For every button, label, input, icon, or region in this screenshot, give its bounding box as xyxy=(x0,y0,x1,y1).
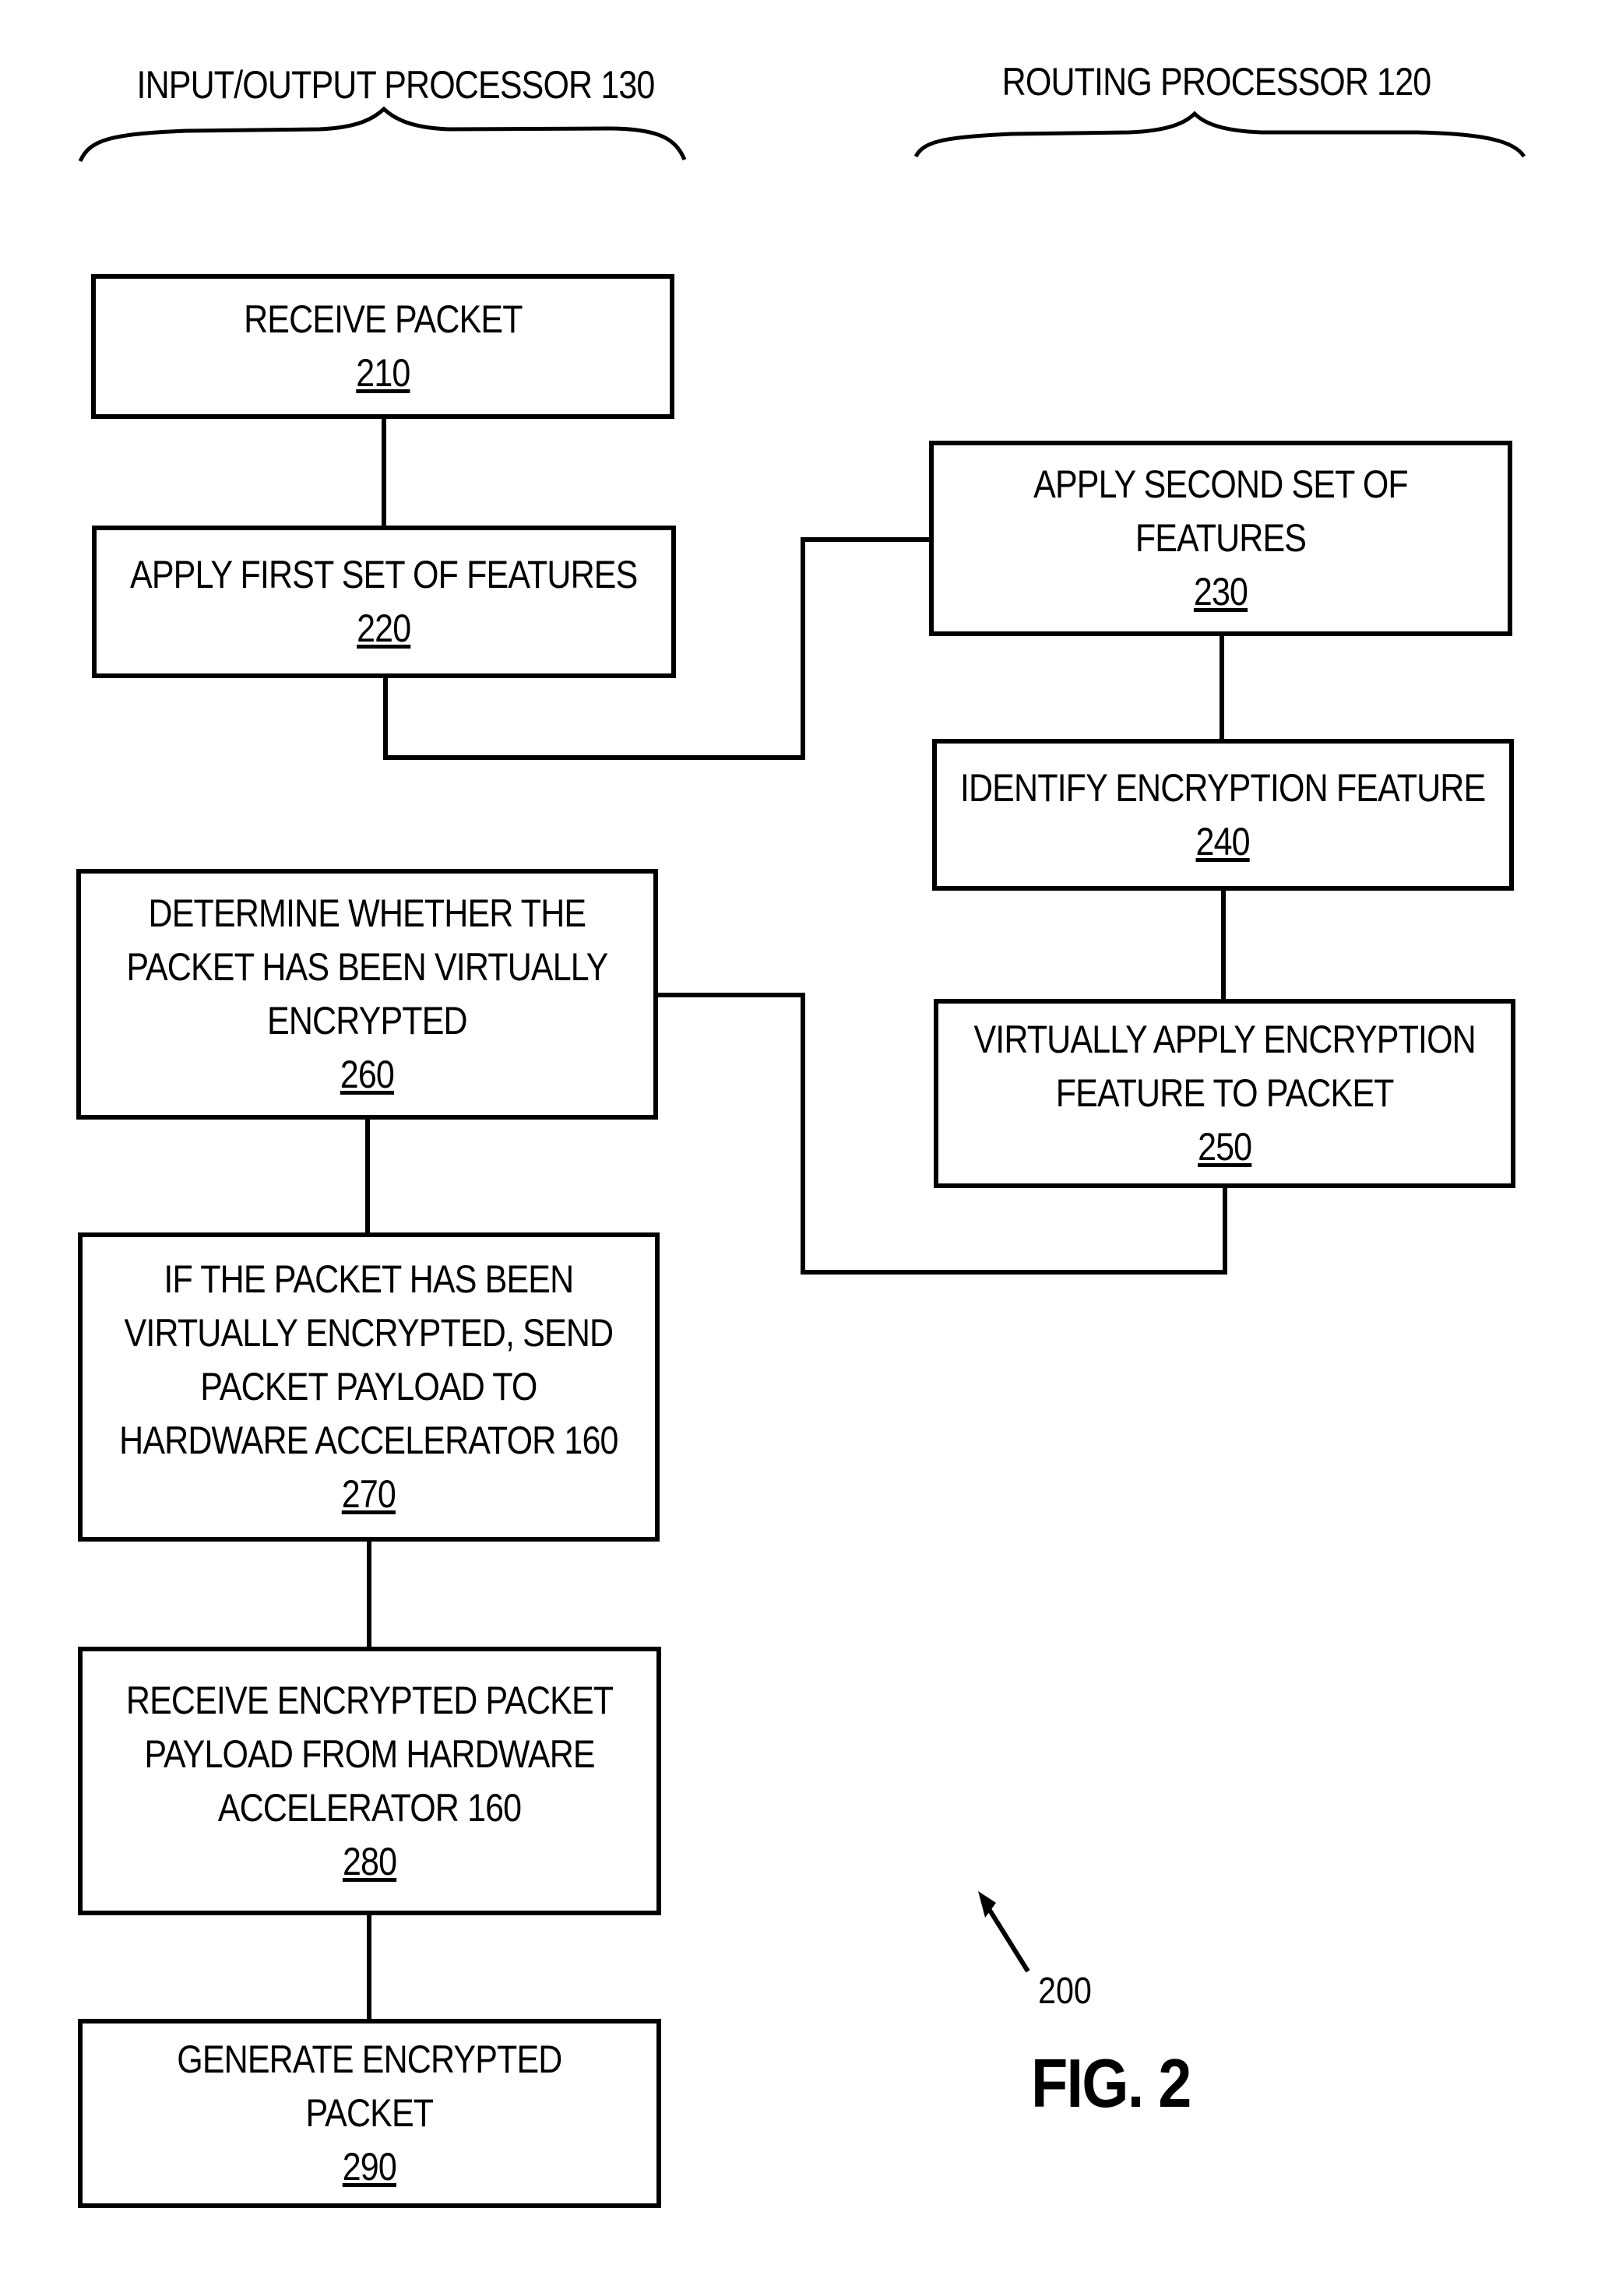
step-box-280: RECEIVE ENCRYPTED PACKET PAYLOAD FROM HA… xyxy=(78,1647,661,1915)
step-line: PACKET PAYLOAD TO xyxy=(200,1365,537,1408)
figure-reference-number: 200 xyxy=(1038,1971,1092,2012)
routing-lane-title: ROUTING PROCESSOR 120 xyxy=(1001,60,1431,104)
step-box-240: IDENTIFY ENCRYPTION FEATURE 240 xyxy=(932,739,1514,891)
step-box-260: DETERMINE WHETHER THE PACKET HAS BEEN VI… xyxy=(76,869,658,1120)
step-line: VIRTUALLY APPLY ENCRYPTION xyxy=(973,1018,1476,1061)
step-line: RECEIVE PACKET xyxy=(243,297,523,341)
io-lane-brace xyxy=(78,106,687,163)
step-box-230: APPLY SECOND SET OF FEATURES 230 xyxy=(929,441,1512,636)
step-line: IF THE PACKET HAS BEEN xyxy=(164,1257,575,1301)
step-text: RECEIVE ENCRYPTED PACKET PAYLOAD FROM HA… xyxy=(125,1674,614,1889)
step-ref: 290 xyxy=(342,2145,397,2189)
step-text: GENERATE ENCRYPTED PACKET 290 xyxy=(177,2033,562,2194)
step-ref: 220 xyxy=(357,607,411,650)
step-text: RECEIVE PACKET 210 xyxy=(244,293,523,400)
step-ref: 240 xyxy=(1195,819,1251,863)
step-ref: 210 xyxy=(355,351,410,395)
step-box-290: GENERATE ENCRYPTED PACKET 290 xyxy=(78,2019,661,2208)
step-ref: 260 xyxy=(340,1053,395,1096)
step-ref: 270 xyxy=(341,1472,396,1516)
step-line: APPLY FIRST SET OF FEATURES xyxy=(130,553,638,596)
step-line: DETERMINE WHETHER THE xyxy=(148,891,587,935)
step-text: IF THE PACKET HAS BEEN VIRTUALLY ENCRYPT… xyxy=(119,1253,618,1521)
step-text: IDENTIFY ENCRYPTION FEATURE 240 xyxy=(960,761,1486,869)
step-line: PACKET xyxy=(305,2091,435,2135)
figure-pointer-arrow-shaft xyxy=(987,1907,1030,1973)
step-text: VIRTUALLY APPLY ENCRYPTION FEATURE TO PA… xyxy=(973,1013,1476,1174)
step-line: RECEIVE ENCRYPTED PACKET xyxy=(125,1678,614,1722)
step-ref: 250 xyxy=(1197,1125,1252,1169)
step-text: DETERMINE WHETHER THE PACKET HAS BEEN VI… xyxy=(126,887,608,1102)
step-line: ENCRYPTED xyxy=(267,999,468,1043)
step-box-210: RECEIVE PACKET 210 xyxy=(91,274,674,419)
step-line: PAYLOAD FROM HARDWARE xyxy=(144,1732,595,1776)
step-line: APPLY SECOND SET OF xyxy=(1033,462,1409,506)
step-ref: 230 xyxy=(1193,570,1248,614)
step-line: VIRTUALLY ENCRYPTED, SEND xyxy=(124,1311,614,1355)
figure-caption: FIG. 2 xyxy=(1031,2045,1191,2122)
step-line: ACCELERATOR 160 xyxy=(217,1785,522,1830)
step-line: GENERATE ENCRYPTED xyxy=(177,2038,562,2081)
io-lane-title: INPUT/OUTPUT PROCESSOR 130 xyxy=(136,63,656,107)
step-line: FEATURE TO PACKET xyxy=(1055,1071,1395,1115)
step-ref: 280 xyxy=(342,1839,397,1883)
routing-lane-brace xyxy=(913,111,1526,158)
step-line: IDENTIFY ENCRYPTION FEATURE xyxy=(960,765,1486,810)
step-box-220: APPLY FIRST SET OF FEATURES 220 xyxy=(92,526,676,678)
step-text: APPLY FIRST SET OF FEATURES 220 xyxy=(130,548,638,656)
step-box-270: IF THE PACKET HAS BEEN VIRTUALLY ENCRYPT… xyxy=(78,1232,660,1542)
step-text: APPLY SECOND SET OF FEATURES 230 xyxy=(1033,458,1409,619)
step-line: FEATURES xyxy=(1135,516,1307,560)
step-line: PACKET HAS BEEN VIRTUALLY xyxy=(126,945,608,989)
step-box-250: VIRTUALLY APPLY ENCRYPTION FEATURE TO PA… xyxy=(934,999,1515,1188)
step-line: HARDWARE ACCELERATOR 160 xyxy=(119,1419,618,1462)
